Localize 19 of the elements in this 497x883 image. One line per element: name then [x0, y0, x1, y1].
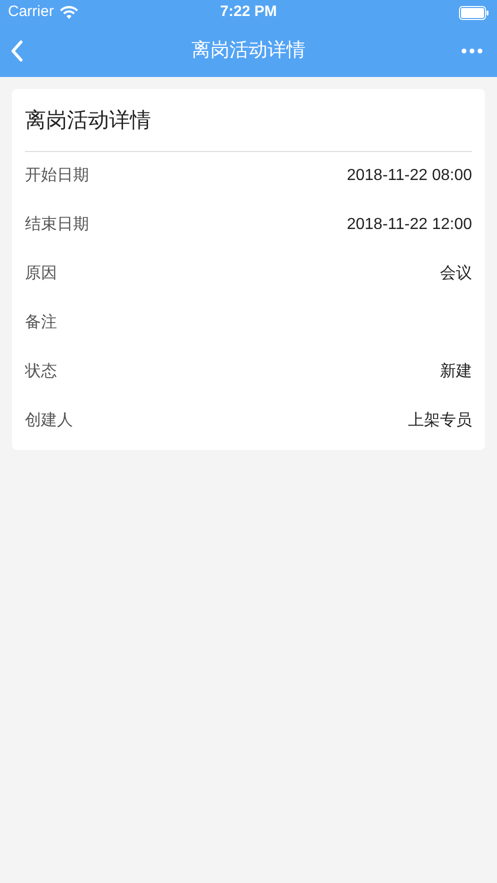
more-icon — [461, 48, 483, 54]
field-value: 会议 — [440, 264, 472, 284]
card-title: 离岗活动详情 — [25, 89, 472, 152]
battery-icon — [459, 6, 489, 20]
carrier-label: Carrier — [8, 2, 54, 22]
field-value: 2018-11-22 12:00 — [346, 215, 472, 235]
field-label: 备注 — [25, 312, 57, 333]
field-label: 原因 — [25, 264, 57, 284]
field-label: 状态 — [25, 362, 57, 382]
back-chevron-icon — [10, 40, 24, 62]
field-label: 结束日期 — [25, 214, 89, 235]
field-value: 新建 — [440, 362, 472, 382]
status-time: 7:22 PM — [220, 2, 277, 22]
page-title: 离岗活动详情 — [192, 38, 306, 63]
field-value: 2018-11-22 08:00 — [346, 166, 472, 186]
wifi-icon — [60, 6, 78, 19]
field-label: 创建人 — [25, 410, 73, 431]
field-value: 上架专员 — [408, 410, 472, 431]
field-label: 开始日期 — [25, 166, 89, 186]
